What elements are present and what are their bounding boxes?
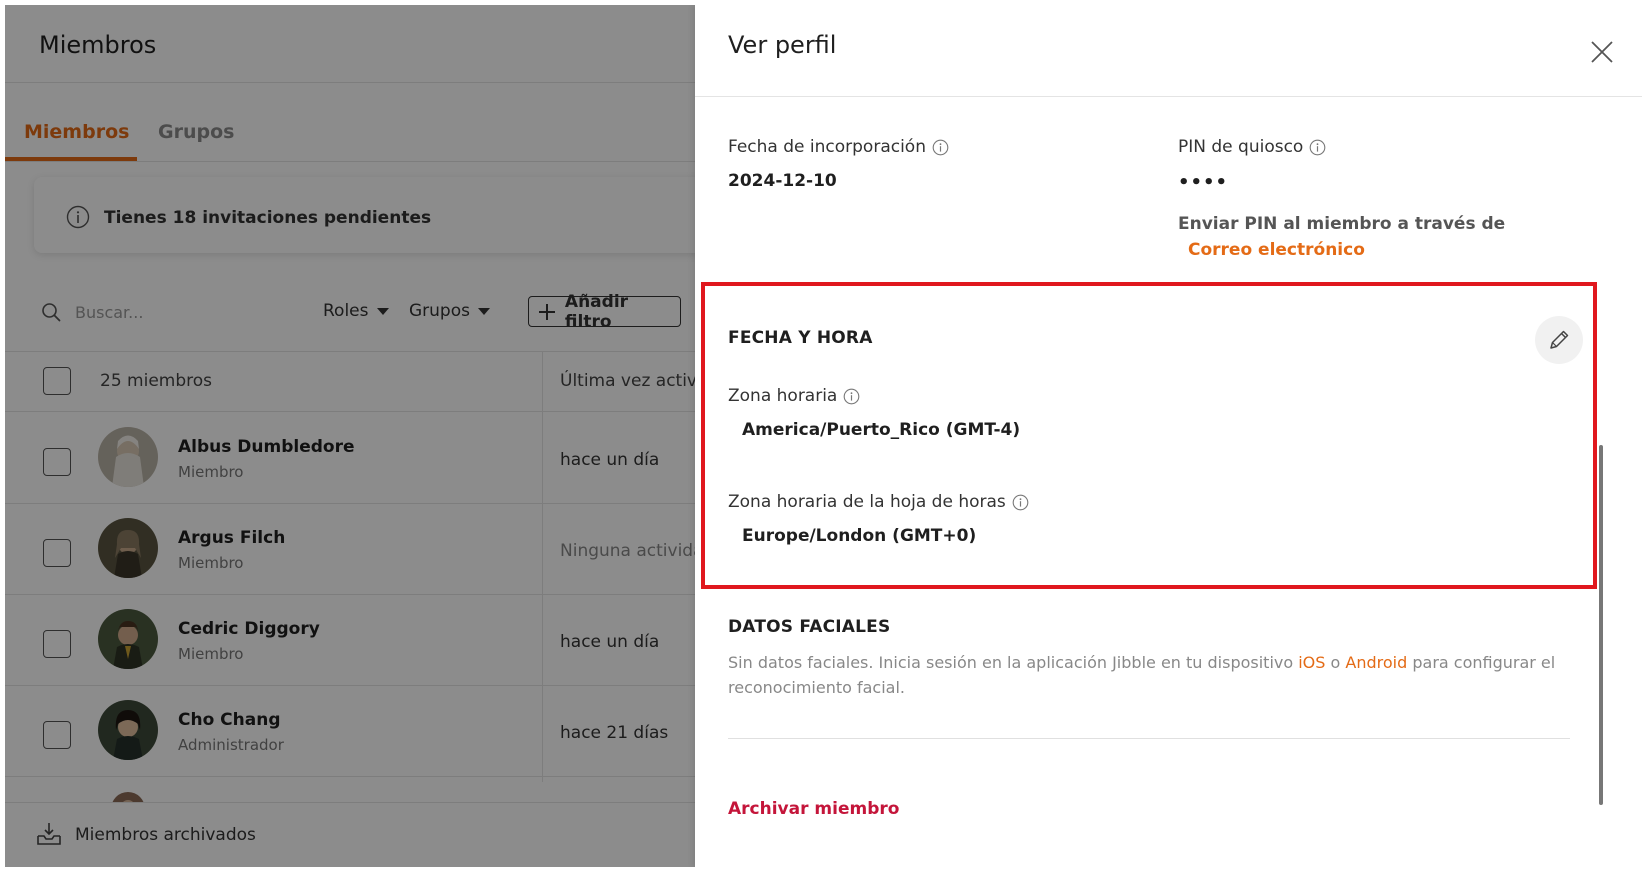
- members-page: Miembros Miembros Grupos Tienes 18 invit…: [5, 5, 695, 867]
- info-icon[interactable]: [932, 139, 949, 156]
- ios-link[interactable]: iOS: [1298, 653, 1325, 672]
- facial-data-text: Sin datos faciales. Inicia sesión en la …: [728, 650, 1568, 700]
- facial-data-section-title: DATOS FACIALES: [728, 617, 891, 637]
- send-pin-text: Enviar PIN al miembro a través de: [1178, 214, 1506, 234]
- profile-panel: Ver perfil Fecha de incorporación 2024-1…: [695, 5, 1642, 867]
- close-icon[interactable]: [1589, 39, 1615, 65]
- facial-data-or: o: [1325, 653, 1346, 672]
- timesheet-timezone-value: Europe/London (GMT+0): [742, 526, 977, 546]
- timesheet-timezone-label-text: Zona horaria de la hoja de horas: [728, 492, 1006, 512]
- pencil-icon: [1550, 330, 1569, 349]
- timesheet-timezone-label: Zona horaria de la hoja de horas: [728, 492, 1029, 512]
- archive-member-link[interactable]: Archivar miembro: [728, 799, 899, 819]
- panel-title: Ver perfil: [728, 31, 837, 59]
- panel-header-divider: [695, 96, 1642, 97]
- kiosk-pin-value: ••••: [1178, 172, 1229, 193]
- modal-overlay[interactable]: [5, 5, 695, 867]
- datetime-section-title: FECHA Y HORA: [728, 328, 873, 348]
- facial-data-text-before: Sin datos faciales. Inicia sesión en la …: [728, 653, 1299, 672]
- timezone-label: Zona horaria: [728, 386, 860, 406]
- kiosk-pin-label: PIN de quiosco: [1178, 137, 1326, 157]
- send-pin-email-link[interactable]: Correo electrónico: [1188, 240, 1365, 260]
- panel-scrollbar[interactable]: [1599, 445, 1603, 805]
- join-date-value: 2024-12-10: [728, 171, 837, 191]
- edit-datetime-button[interactable]: [1535, 316, 1583, 364]
- facial-divider: [728, 738, 1570, 739]
- info-icon[interactable]: [843, 388, 860, 405]
- join-date-label: Fecha de incorporación: [728, 137, 949, 157]
- join-date-label-text: Fecha de incorporación: [728, 137, 926, 157]
- timezone-value: America/Puerto_Rico (GMT-4): [742, 420, 1021, 440]
- info-icon[interactable]: [1309, 139, 1326, 156]
- android-link[interactable]: Android: [1345, 653, 1407, 672]
- info-icon[interactable]: [1012, 494, 1029, 511]
- kiosk-pin-label-text: PIN de quiosco: [1178, 137, 1304, 157]
- timezone-label-text: Zona horaria: [728, 386, 838, 406]
